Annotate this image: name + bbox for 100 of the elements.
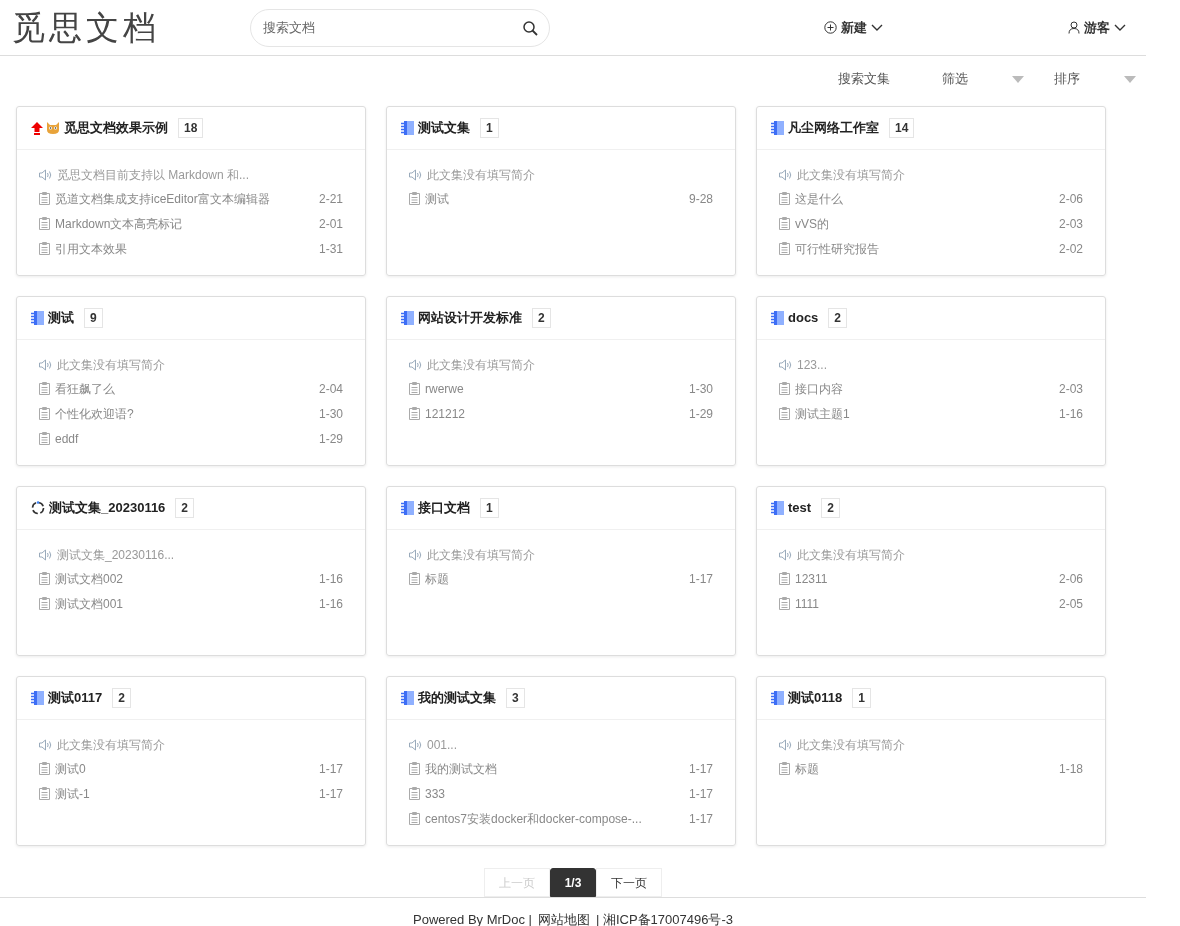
doc-count-badge: 18	[178, 118, 204, 138]
notebook-icon	[771, 311, 784, 325]
plus-circle-icon	[824, 21, 837, 34]
speaker-icon	[779, 169, 792, 181]
doc-date: 1-16	[1058, 405, 1083, 423]
collection-intro: 此文集没有填写简介	[57, 357, 165, 374]
collection-title[interactable]: 测试	[48, 308, 74, 328]
up-arrow-icon	[31, 121, 43, 135]
collection-title[interactable]: 觅思文档效果示例	[64, 118, 168, 138]
document-icon	[779, 192, 790, 205]
doc-link[interactable]: vVS的	[795, 214, 1054, 233]
doc-link[interactable]: 1111	[795, 594, 1054, 613]
doc-link[interactable]: 121212	[425, 404, 684, 423]
cat-face-icon	[46, 121, 60, 135]
collection-title[interactable]: 网站设计开发标准	[418, 308, 522, 328]
doc-link[interactable]: 标题	[795, 759, 1054, 778]
doc-link[interactable]: 12311	[795, 569, 1054, 588]
doc-link[interactable]: eddf	[55, 429, 314, 448]
speaker-icon	[409, 549, 422, 561]
doc-count-badge: 2	[821, 498, 840, 518]
doc-date: 1-17	[688, 570, 713, 588]
doc-link[interactable]: centos7安装docker和docker-compose-...	[425, 809, 684, 828]
doc-date: 2-03	[1058, 380, 1083, 398]
collection-intro: 此文集没有填写简介	[797, 547, 905, 564]
speaker-icon	[779, 359, 792, 371]
document-icon	[779, 762, 790, 775]
doc-link[interactable]: 标题	[425, 569, 684, 588]
doc-date: 2-06	[1058, 570, 1083, 588]
doc-link[interactable]: 测试-1	[55, 784, 314, 803]
sitemap-link[interactable]: 网站地图	[537, 910, 590, 926]
collection-title[interactable]: 测试0118	[788, 688, 843, 708]
notebook-icon	[401, 691, 414, 705]
site-logo[interactable]: 觅思文档	[12, 2, 250, 53]
collection-title[interactable]: 凡尘网络工作室	[788, 118, 879, 138]
doc-link[interactable]: 测试文档001	[55, 594, 314, 613]
doc-date: 2-01	[318, 215, 343, 233]
collection-intro: 测试文集_20230116...	[57, 547, 175, 564]
document-icon	[779, 597, 790, 610]
doc-link[interactable]: 测试	[425, 189, 684, 208]
speaker-icon	[779, 739, 792, 751]
notebook-icon	[401, 121, 414, 135]
collection-title[interactable]: docs	[788, 308, 819, 328]
doc-count-badge: 2	[112, 688, 131, 708]
powered-by-text: Powered By MrDoc |	[413, 911, 532, 926]
search-field[interactable]: 搜索文档	[250, 8, 550, 47]
collection-title[interactable]: test	[788, 498, 812, 518]
doc-link[interactable]: rwerwe	[425, 379, 684, 398]
doc-date: 9-28	[688, 190, 713, 208]
doc-date: 1-18	[1058, 760, 1083, 778]
doc-link[interactable]: 测试0	[55, 759, 314, 778]
notebook-icon	[31, 691, 44, 705]
doc-link[interactable]: 333	[425, 784, 684, 803]
collection-title[interactable]: 测试文集_20230116	[49, 498, 166, 518]
doc-link[interactable]: 这是什么	[795, 189, 1054, 208]
user-menu-button[interactable]: 游客	[1068, 17, 1126, 38]
collection-intro: 觅思文档目前支持以 Markdown 和...	[57, 167, 250, 184]
doc-link[interactable]: 觅道文档集成支持iceEditor富文本编辑器	[55, 189, 314, 208]
pagination-button[interactable]: 1/3	[549, 868, 597, 897]
document-icon	[779, 407, 790, 420]
doc-count-badge: 2	[532, 308, 551, 328]
user-icon	[1068, 21, 1080, 34]
document-icon	[409, 787, 420, 800]
doc-count-badge: 1	[852, 688, 871, 708]
doc-count-badge: 3	[506, 688, 525, 708]
search-icon[interactable]	[522, 19, 538, 36]
filter-dropdown[interactable]: 筛选	[942, 69, 1024, 89]
doc-link[interactable]: 看狂飙了么	[55, 379, 314, 398]
doc-link[interactable]: 引用文本效果	[55, 239, 314, 258]
doc-link[interactable]: 测试主题1	[795, 404, 1054, 423]
doc-link[interactable]: 测试文档002	[55, 569, 314, 588]
collection-title[interactable]: 我的测试文集	[418, 688, 496, 708]
doc-date: 1-29	[318, 430, 343, 448]
doc-date: 1-30	[688, 380, 713, 398]
speaker-icon	[409, 359, 422, 371]
doc-date: 1-17	[688, 760, 713, 778]
doc-link[interactable]: 可行性研究报告	[795, 239, 1054, 258]
doc-link[interactable]: 接口内容	[795, 379, 1054, 398]
search-collections-button[interactable]: 搜索文集	[838, 69, 890, 89]
doc-link[interactable]: 我的测试文档	[425, 759, 684, 778]
collection-title[interactable]: 测试0117	[48, 688, 103, 708]
doc-link[interactable]: Markdown文本高亮标记	[55, 214, 314, 233]
sort-dropdown[interactable]: 排序	[1054, 69, 1136, 89]
new-menu-button[interactable]: 新建	[824, 17, 883, 38]
spinner-icon	[31, 501, 45, 515]
chevron-down-icon	[871, 23, 883, 32]
document-icon	[39, 217, 50, 230]
doc-date: 2-04	[318, 380, 343, 398]
doc-count-badge: 9	[84, 308, 103, 328]
doc-count-badge: 2	[828, 308, 848, 328]
pagination-button[interactable]: 下一页	[596, 868, 663, 897]
notebook-icon	[31, 311, 44, 325]
collection-title[interactable]: 测试文集	[418, 118, 470, 138]
doc-link[interactable]: 个性化欢迎语?	[55, 404, 314, 423]
collection-intro: 此文集没有填写简介	[427, 167, 535, 184]
collection-title[interactable]: 接口文档	[418, 498, 470, 518]
document-icon	[409, 192, 420, 205]
speaker-icon	[39, 169, 52, 181]
icp-license-text: | 湘ICP备17007496号-3	[595, 911, 733, 926]
document-icon	[409, 407, 420, 420]
document-icon	[779, 572, 790, 585]
